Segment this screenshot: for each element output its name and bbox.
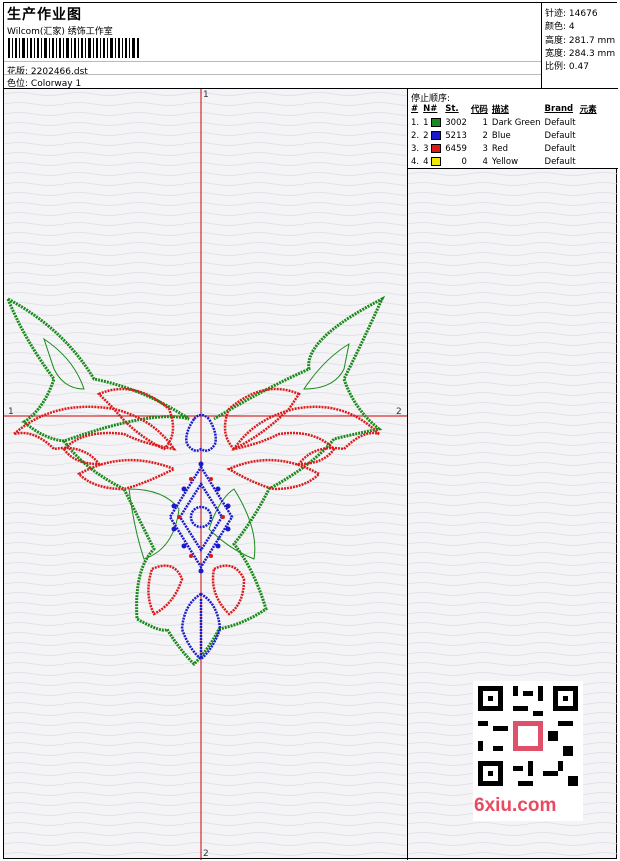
colorway-row: 色位: Colorway 1 [7, 76, 81, 89]
stat-scale: 比例: 0.47 [545, 62, 589, 72]
studio-name: Wilcom(汇家) 绣饰工作室 [7, 27, 113, 37]
table-row: 2. 2 5213 2 Blue Default [411, 130, 576, 141]
stat-height: 高度: 281.7 mm [545, 36, 616, 46]
header-info: 生产作业图 Wilcom(汇家) 绣饰工作室 花版: 2202466.dst 色… [4, 3, 541, 89]
table-header-row: # N# St. 代码 描述 Brand 元素 [410, 103, 600, 116]
col-header: Brand [544, 104, 574, 114]
stop-sequence-table: # N# St. 代码 描述 Brand 元素 1. 1 3002 1 Dark… [410, 103, 600, 168]
barcode [8, 38, 139, 58]
table-row: 4. 4 0 4 Yellow Default [411, 156, 576, 167]
table-row: 3. 3 6459 3 Red Default [411, 143, 576, 154]
col-header: # [411, 104, 419, 114]
watermark-logo: 6xiu.com [474, 795, 557, 816]
axis-label-right: 2 [396, 407, 402, 417]
stat-stitches: 针迹: 14676 [545, 9, 598, 19]
col-header: St. [445, 104, 459, 114]
color-swatch [431, 130, 442, 140]
side-blank-area: 6xiu.com [408, 169, 618, 860]
embroidery-preview [4, 89, 407, 860]
stop-sequence-panel: 停止顺序: # N# St. 代码 描述 Brand 元素 1. 1 3002 … [408, 89, 618, 169]
color-swatch [431, 117, 442, 127]
table-row: 1. 1 3002 1 Dark Green Default [411, 117, 576, 128]
stat-width: 宽度: 284.3 mm [545, 49, 616, 59]
page-title: 生产作业图 [7, 7, 82, 23]
stats-panel: 针迹: 14676 颜色: 4 高度: 281.7 mm 宽度: 284.3 m… [541, 3, 618, 89]
design-canvas: 1 2 1 2 [4, 89, 408, 860]
axis-label-bottom: 2 [203, 849, 209, 859]
col-header: 代码 [470, 105, 488, 115]
col-header: 描述 [491, 105, 509, 115]
color-swatch [431, 156, 442, 166]
stat-colors: 颜色: 4 [545, 22, 575, 32]
colorway-value: Colorway 1 [30, 79, 82, 89]
col-header: N# [423, 104, 438, 114]
axis-label-left: 1 [8, 407, 14, 417]
axis-label-top: 1 [203, 90, 209, 100]
production-sheet: 生产作业图 Wilcom(汇家) 绣饰工作室 花版: 2202466.dst 色… [3, 2, 618, 860]
colorway-label: 色位: [7, 79, 29, 89]
col-header: 元素 [579, 105, 597, 115]
color-swatch [431, 143, 442, 153]
